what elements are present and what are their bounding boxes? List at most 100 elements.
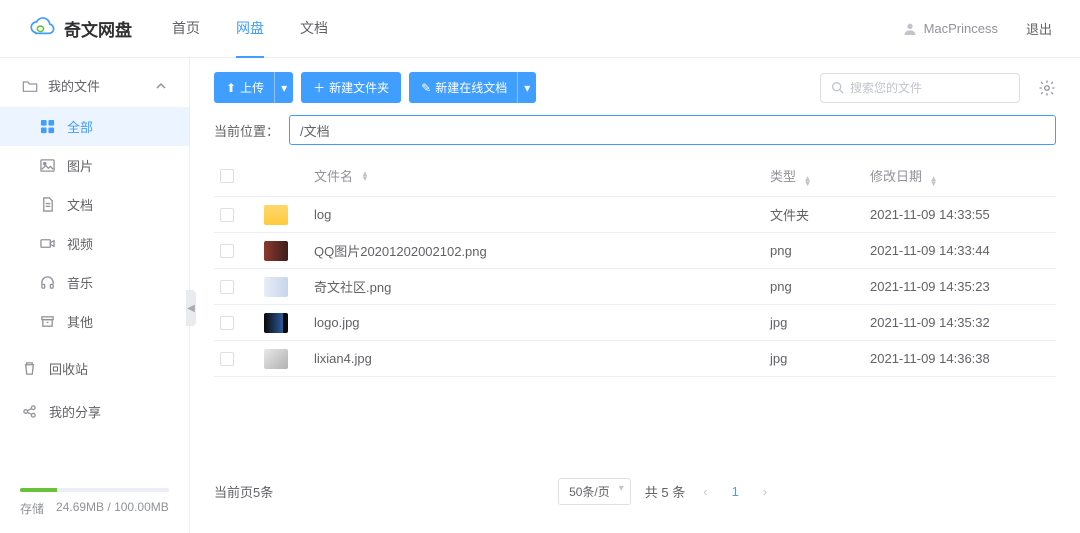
chevron-up-icon xyxy=(155,80,167,92)
new-folder-label: 新建文件夹 xyxy=(329,79,389,96)
sidebar-share[interactable]: 我的分享 xyxy=(0,390,189,433)
file-name[interactable]: log xyxy=(314,207,770,222)
file-name[interactable]: logo.jpg xyxy=(314,315,770,330)
sidebar-item-music[interactable]: 音乐 xyxy=(0,263,189,302)
row-checkbox[interactable] xyxy=(220,280,234,294)
upload-dropdown-button[interactable]: ▾ xyxy=(274,72,293,103)
row-checkbox[interactable] xyxy=(220,352,234,366)
edit-icon: ✎ xyxy=(421,81,431,95)
upload-icon: ⬆ xyxy=(226,81,236,95)
pager-page-number[interactable]: 1 xyxy=(726,484,745,499)
path-input[interactable] xyxy=(289,115,1056,145)
headphones-icon xyxy=(40,275,55,290)
storage-usage: 24.69MB / 100.00MB xyxy=(56,500,169,517)
storage-fill xyxy=(20,488,57,492)
sidebar-item-label: 视频 xyxy=(67,234,93,253)
sidebar-recycle-label: 回收站 xyxy=(49,359,88,378)
pager-next-button[interactable]: › xyxy=(759,484,771,499)
file-type: jpg xyxy=(770,315,870,330)
search-input[interactable] xyxy=(850,81,1009,95)
pager-summary: 当前页5条 xyxy=(214,482,273,501)
file-type: png xyxy=(770,243,870,258)
sidebar-item-all[interactable]: 全部 xyxy=(0,107,189,146)
share-icon xyxy=(22,404,37,419)
sort-icon: ▲▼ xyxy=(804,176,812,186)
file-date: 2021-11-09 14:35:32 xyxy=(870,315,1050,330)
upload-label: 上传 xyxy=(240,79,264,96)
column-header-date[interactable]: 修改日期 ▲▼ xyxy=(870,166,1050,186)
user-icon xyxy=(902,21,918,37)
trash-icon xyxy=(22,361,37,376)
search-box[interactable] xyxy=(820,73,1020,103)
table-row[interactable]: lixian4.jpg jpg 2021-11-09 14:36:38 xyxy=(214,341,1056,377)
upload-button[interactable]: ⬆ 上传 xyxy=(214,72,274,103)
file-name[interactable]: lixian4.jpg xyxy=(314,351,770,366)
path-row: 当前位置： xyxy=(214,115,1056,145)
sidebar-item-label: 全部 xyxy=(67,117,93,136)
sidebar-myfiles-head[interactable]: 我的文件 xyxy=(0,64,189,107)
table-row[interactable]: log 文件夹 2021-11-09 14:33:55 xyxy=(214,197,1056,233)
table-row[interactable]: QQ图片20201202002102.png png 2021-11-09 14… xyxy=(214,233,1056,269)
user-menu[interactable]: MacPrincess xyxy=(902,21,998,37)
sort-icon: ▲▼ xyxy=(361,171,369,181)
app-header: 奇文网盘 首页 网盘 文档 MacPrincess 退出 xyxy=(0,0,1080,58)
sidebar-item-images[interactable]: 图片 xyxy=(0,146,189,185)
sidebar-item-other[interactable]: 其他 xyxy=(0,302,189,341)
page-size-select[interactable]: 50条/页 xyxy=(558,478,631,505)
sidebar-item-docs[interactable]: 文档 xyxy=(0,185,189,224)
nav-home[interactable]: 首页 xyxy=(172,0,200,58)
new-doc-dropdown-button[interactable]: ▾ xyxy=(517,72,536,103)
row-checkbox[interactable] xyxy=(220,244,234,258)
row-checkbox[interactable] xyxy=(220,208,234,222)
storage-meter: 存储 24.69MB / 100.00MB xyxy=(0,472,189,533)
sidebar-share-label: 我的分享 xyxy=(49,402,101,421)
settings-button[interactable] xyxy=(1038,79,1056,97)
sidebar-item-video[interactable]: 视频 xyxy=(0,224,189,263)
grid-icon xyxy=(40,119,55,134)
thumbnail-icon xyxy=(264,313,288,333)
pager-prev-button[interactable]: ‹ xyxy=(699,484,711,499)
new-folder-button[interactable]: ＋ 新建文件夹 xyxy=(301,72,401,103)
select-all-checkbox[interactable] xyxy=(220,169,234,183)
file-date: 2021-11-09 14:35:23 xyxy=(870,279,1050,294)
table-row[interactable]: 奇文社区.png png 2021-11-09 14:35:23 xyxy=(214,269,1056,305)
nav-docs[interactable]: 文档 xyxy=(300,0,328,58)
video-icon xyxy=(40,236,55,251)
file-name[interactable]: 奇文社区.png xyxy=(314,277,770,296)
thumbnail-icon xyxy=(264,277,288,297)
file-type: jpg xyxy=(770,351,870,366)
search-icon xyxy=(831,81,844,94)
sidebar-collapse-handle[interactable]: ◀ xyxy=(186,290,196,326)
folder-icon xyxy=(22,79,38,93)
sidebar-item-label: 图片 xyxy=(67,156,93,175)
chevron-down-icon: ▾ xyxy=(281,81,287,95)
new-doc-label: 新建在线文档 xyxy=(435,79,507,96)
chevron-down-icon: ▾ xyxy=(524,81,530,95)
file-date: 2021-11-09 14:33:55 xyxy=(870,207,1050,222)
storage-label: 存储 xyxy=(20,500,44,517)
path-label: 当前位置： xyxy=(214,121,279,140)
username: MacPrincess xyxy=(924,21,998,36)
logout-link[interactable]: 退出 xyxy=(1026,19,1052,38)
new-doc-button-group: ✎ 新建在线文档 ▾ xyxy=(409,72,536,103)
cloud-icon xyxy=(28,17,56,41)
app-logo[interactable]: 奇文网盘 xyxy=(28,16,132,41)
upload-button-group: ⬆ 上传 ▾ xyxy=(214,72,293,103)
plus-icon: ＋ xyxy=(313,79,325,96)
pager-total: 共 5 条 xyxy=(645,482,685,501)
table-row[interactable]: logo.jpg jpg 2021-11-09 14:35:32 xyxy=(214,305,1056,341)
row-checkbox[interactable] xyxy=(220,316,234,330)
folder-icon xyxy=(264,205,288,225)
doc-icon xyxy=(40,197,55,212)
file-date: 2021-11-09 14:36:38 xyxy=(870,351,1050,366)
column-header-type[interactable]: 类型 ▲▼ xyxy=(770,166,870,186)
file-name[interactable]: QQ图片20201202002102.png xyxy=(314,241,770,260)
new-doc-button[interactable]: ✎ 新建在线文档 xyxy=(409,72,517,103)
sidebar-item-label: 文档 xyxy=(67,195,93,214)
archive-icon xyxy=(40,314,55,329)
column-header-name[interactable]: 文件名 ▲▼ xyxy=(314,166,770,185)
sidebar-item-label: 音乐 xyxy=(67,273,93,292)
sidebar-recycle[interactable]: 回收站 xyxy=(0,347,189,390)
nav-disk[interactable]: 网盘 xyxy=(236,0,264,58)
logo-text: 奇文网盘 xyxy=(64,16,132,41)
